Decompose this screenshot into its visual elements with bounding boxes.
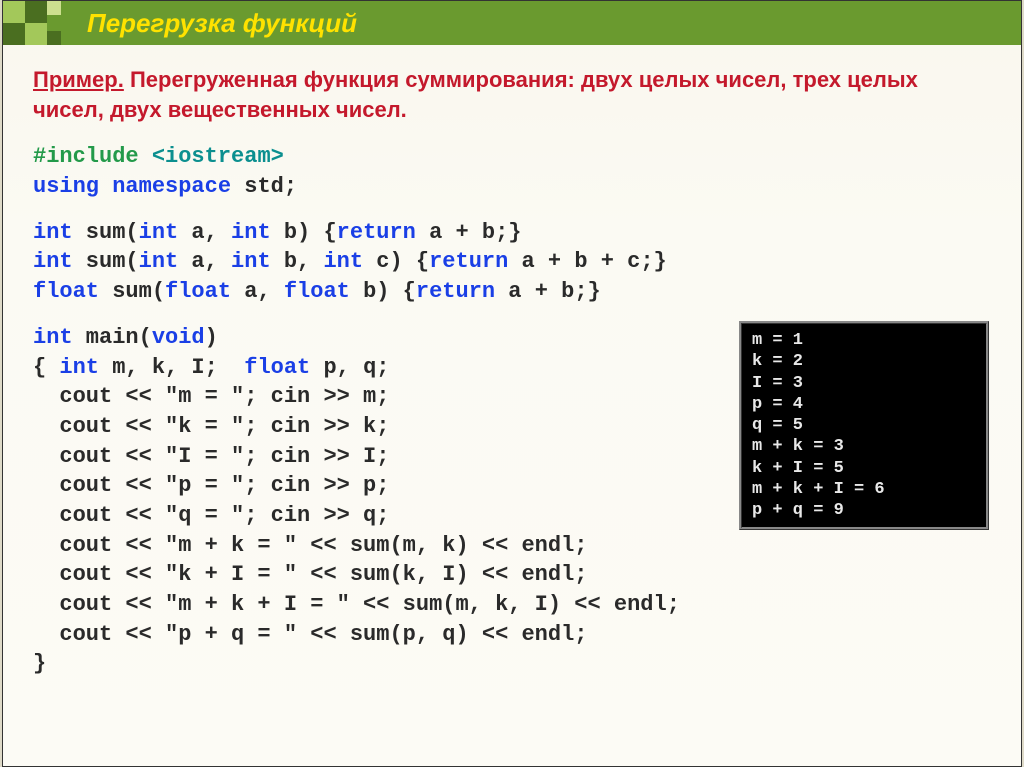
example-statement: Пример. Перегруженная функция суммирован… (33, 65, 991, 124)
code-declarations: int sum(int a, int b) {return a + b;} in… (33, 218, 991, 307)
console-output: m = 1 k = 2 I = 3 p = 4 q = 5 m + k = 3 … (739, 321, 989, 530)
example-text: Перегруженная функция суммирования: двух… (33, 67, 918, 122)
console-line: m + k + I = 6 (752, 480, 885, 499)
console-line: k = 2 (752, 352, 803, 371)
console-line: I = 3 (752, 374, 803, 393)
console-line: m + k = 3 (752, 437, 844, 456)
console-line: m = 1 (752, 331, 803, 350)
slide-title: Перегрузка функций (87, 8, 357, 39)
console-line: p + q = 9 (752, 501, 844, 520)
code-includes: #include <iostream> using namespace std; (33, 142, 991, 201)
title-bar: Перегрузка функций (3, 1, 1021, 45)
console-line: q = 5 (752, 416, 803, 435)
decorative-squares (3, 1, 81, 45)
console-line: p = 4 (752, 395, 803, 414)
console-line: k + I = 5 (752, 459, 844, 478)
example-label: Пример. (33, 67, 124, 92)
slide: Перегрузка функций Пример. Перегруженная… (2, 0, 1022, 767)
